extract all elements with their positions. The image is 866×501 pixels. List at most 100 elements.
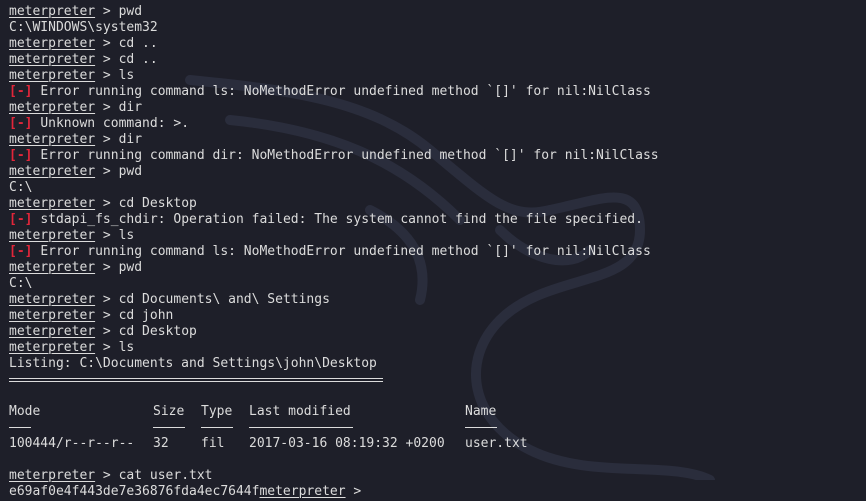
error-tag: [-] (9, 212, 33, 227)
listing-cell: 100444/r--r--r-- (9, 436, 135, 451)
output-line: C:\ (9, 276, 33, 291)
error-tag: [-] (9, 84, 33, 99)
command-line: meterpreter > cd Desktop (9, 324, 866, 340)
underline-bar (465, 427, 497, 428)
final-output-line: e69af0e4f443de7e36876fda4ec7644fmeterpre… (9, 484, 866, 500)
listing-cell: 32 (153, 436, 169, 451)
prompt-caret: > (95, 196, 119, 211)
prompt-label: meterpreter (9, 100, 96, 115)
listing-header-cell: Type (201, 404, 233, 419)
command-line: meterpreter > dir (9, 100, 866, 116)
prompt-caret: > (345, 484, 370, 499)
prompt-caret: > (95, 292, 119, 307)
prompt-caret: > (95, 68, 119, 83)
command-line: meterpreter > pwd (9, 260, 866, 276)
command-text: cd john (118, 308, 174, 323)
prompt-label: meterpreter (9, 164, 96, 179)
error-tag: [-] (9, 116, 33, 131)
error-line: [-] Error running command ls: NoMethodEr… (9, 84, 866, 100)
listing-row[interactable]: 100444/r--r--r-- 32 fil 2017-03-16 08:19:32… (9, 436, 866, 452)
prompt-label: meterpreter (9, 196, 96, 211)
prompt-label: meterpreter (259, 484, 346, 499)
listing-header-cell: Size (153, 404, 185, 419)
command-text: dir (118, 132, 143, 147)
prompt-label: meterpreter (9, 468, 96, 483)
output-line: C:\WINDOWS\system32 (9, 20, 158, 35)
prompt-label: meterpreter (9, 68, 96, 83)
command-line: meterpreter > ls (9, 68, 866, 84)
underline-cell (153, 420, 201, 436)
listing-cell: 2017-03-16 08:19:32 +0200 (249, 436, 445, 451)
underline-cell (9, 420, 153, 436)
command-text: dir (118, 100, 143, 115)
listing-title-rule (9, 372, 866, 388)
command-line: meterpreter > ls (9, 340, 866, 356)
flag-output: e69af0e4f443de7e36876fda4ec7644f (9, 484, 260, 499)
error-line: [-] Error running command dir: NoMethodE… (9, 148, 866, 164)
command-text: pwd (118, 164, 143, 179)
prompt-label: meterpreter (9, 228, 96, 243)
command-text: ls (118, 68, 135, 83)
command-line: meterpreter > dir (9, 132, 866, 148)
command-line: meterpreter > pwd (9, 164, 866, 180)
prompt-label: meterpreter (9, 52, 96, 67)
command-line: meterpreter > cd .. (9, 36, 866, 52)
prompt-caret: > (95, 468, 119, 483)
terminal-output: meterpreter > pwd C:\WINDOWS\system32 mete… (9, 4, 866, 500)
listing-header-underline (9, 420, 866, 436)
command-text: cd Documents\ and\ Settings (118, 292, 330, 307)
listing-cell: fil (201, 436, 225, 451)
prompt-label: meterpreter (9, 260, 96, 275)
prompt-caret: > (95, 228, 119, 243)
underline-bar (249, 427, 353, 428)
error-line: [-] Unknown command: >. (9, 116, 866, 132)
prompt-caret: > (95, 260, 119, 275)
prompt-caret: > (95, 36, 119, 51)
prompt-caret: > (95, 4, 119, 19)
underline-bar (153, 427, 185, 428)
command-line: meterpreter > pwd (9, 4, 866, 20)
prompt-label: meterpreter (9, 4, 96, 19)
command-line: meterpreter > ls (9, 228, 866, 244)
prompt-label: meterpreter (9, 324, 96, 339)
output-line: C:\ (9, 180, 33, 195)
error-text: Unknown command: >. (40, 116, 190, 131)
prompt-label: meterpreter (9, 132, 96, 147)
error-text: Error running command ls: NoMethodError … (40, 84, 651, 99)
output-line: Listing: C:\Documents and Settings\john\… (9, 356, 377, 371)
command-text: ls (118, 340, 135, 355)
command-text: pwd (118, 4, 143, 19)
underline-cell (249, 420, 465, 436)
command-text: cd .. (118, 36, 158, 51)
error-text: stdapi_fs_chdir: Operation failed: The s… (40, 212, 643, 227)
prompt-label: meterpreter (9, 308, 96, 323)
error-line: [-] Error running command ls: NoMethodEr… (9, 244, 866, 260)
underline-cell (465, 420, 545, 436)
command-line: meterpreter > cd john (9, 308, 866, 324)
prompt-caret: > (95, 324, 119, 339)
error-tag: [-] (9, 244, 33, 259)
command-text: pwd (118, 260, 143, 275)
command-line: meterpreter > cd Documents\ and\ Setting… (9, 292, 866, 308)
error-tag: [-] (9, 148, 33, 163)
prompt-caret: > (95, 100, 119, 115)
underline-bar (201, 427, 233, 428)
listing-header-cell: Last modified (249, 404, 351, 419)
error-text: Error running command ls: NoMethodError … (40, 244, 651, 259)
error-line: [-] stdapi_fs_chdir: Operation failed: T… (9, 212, 866, 228)
command-text: ls (118, 228, 135, 243)
terminal-window[interactable]: meterpreter > pwd C:\WINDOWS\system32 mete… (0, 0, 866, 501)
command-text: cat user.txt (118, 468, 213, 483)
command-line: meterpreter > cd .. (9, 52, 866, 68)
prompt-caret: > (95, 132, 119, 147)
prompt-caret: > (95, 340, 119, 355)
error-text: Error running command dir: NoMethodError… (40, 148, 659, 163)
prompt-label: meterpreter (9, 292, 96, 307)
prompt-caret: > (95, 164, 119, 179)
listing-header-cell: Name (465, 404, 497, 419)
command-line: meterpreter > cd Desktop (9, 196, 866, 212)
command-text: cd .. (118, 52, 158, 67)
prompt-label: meterpreter (9, 36, 96, 51)
